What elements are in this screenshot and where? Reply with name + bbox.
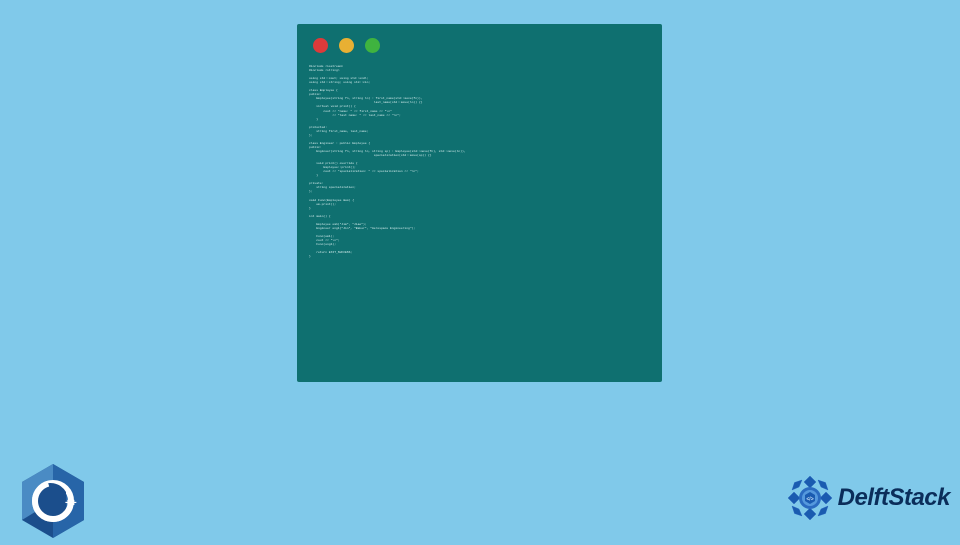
minimize-icon [339, 38, 354, 53]
traffic-lights [297, 24, 662, 61]
close-icon [313, 38, 328, 53]
cpp-logo-icon: ++ [18, 462, 88, 540]
delftstack-label: DelftStack [838, 484, 950, 512]
delftstack-seal-icon: </> [786, 474, 834, 522]
svg-text:++: ++ [65, 498, 77, 509]
code-content: #include <iostream> #include <string> us… [297, 61, 662, 267]
maximize-icon [365, 38, 380, 53]
code-window: #include <iostream> #include <string> us… [297, 24, 662, 382]
svg-text:</>: </> [806, 497, 813, 503]
delftstack-logo: </> DelftStack [786, 474, 950, 522]
